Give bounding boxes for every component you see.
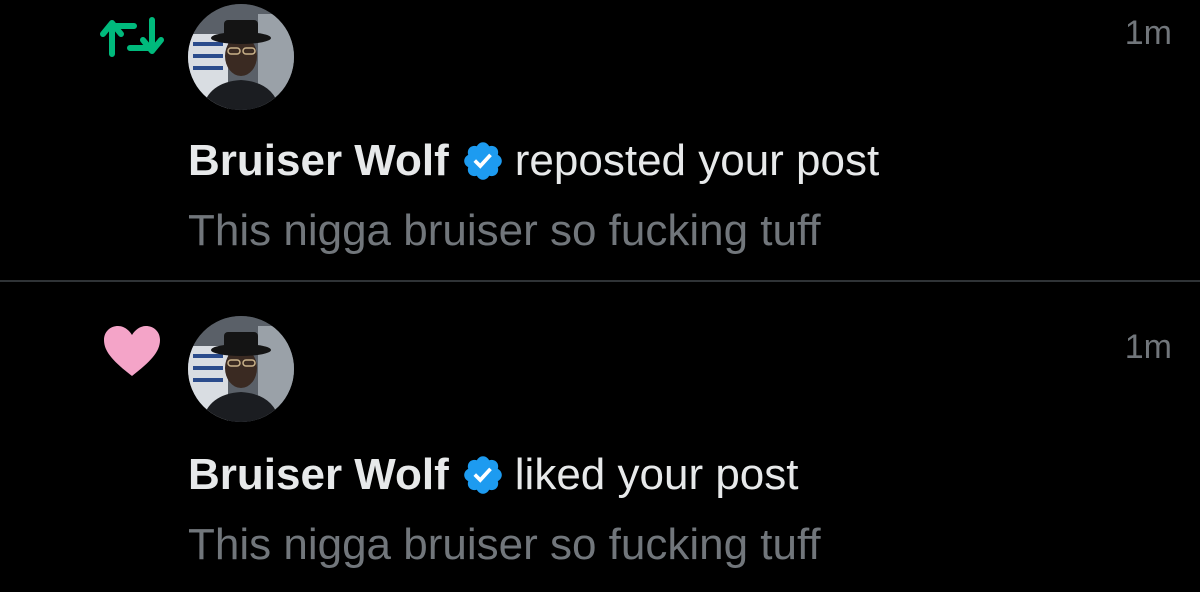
user-name[interactable]: Bruiser Wolf (188, 136, 449, 186)
post-snippet[interactable]: This nigga bruiser so fucking tuff (188, 206, 821, 256)
verified-badge-icon (461, 139, 505, 183)
post-snippet[interactable]: This nigga bruiser so fucking tuff (188, 520, 821, 570)
notification-item-like[interactable]: 1m Bruiser Wolf liked your post This nig… (0, 282, 1200, 592)
timestamp: 1m (1124, 328, 1172, 366)
verified-badge-icon (461, 453, 505, 497)
notification-headline: Bruiser Wolf reposted your post (188, 136, 879, 186)
notification-headline: Bruiser Wolf liked your post (188, 450, 798, 500)
heart-icon (102, 324, 162, 378)
action-text: reposted your post (514, 136, 880, 185)
user-name[interactable]: Bruiser Wolf (188, 450, 449, 500)
notifications-feed: 1m Bruiser Wolf reposted your post This … (0, 0, 1200, 592)
action-text: liked your post (514, 450, 799, 499)
avatar[interactable] (188, 316, 294, 422)
timestamp: 1m (1124, 14, 1172, 52)
repost-icon (100, 14, 164, 60)
avatar[interactable] (188, 4, 294, 110)
notification-item-repost[interactable]: 1m Bruiser Wolf reposted your post This … (0, 0, 1200, 280)
